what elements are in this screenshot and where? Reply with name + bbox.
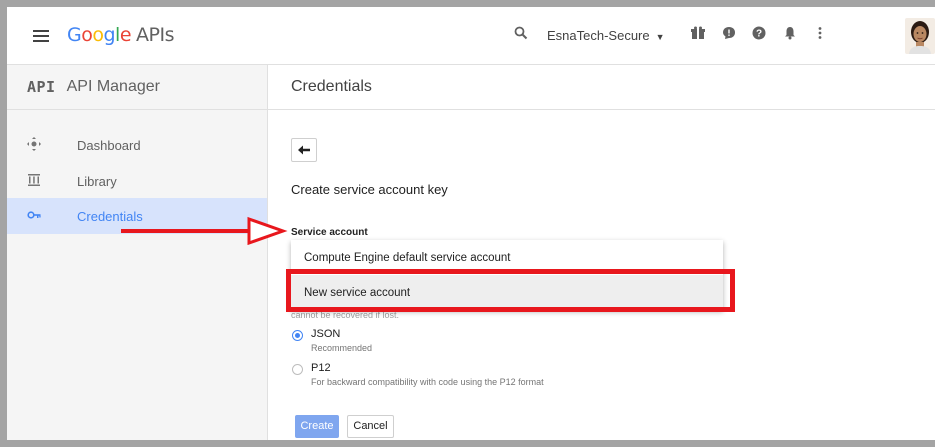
sidebar-title: API Manager: [66, 78, 160, 95]
create-button[interactable]: Create: [295, 415, 339, 438]
app-window: GoogleAPIs EsnaTech-Secure▼ ? API API: [0, 0, 935, 447]
logo-letter: e: [119, 24, 132, 46]
sidebar-item-label: Library: [77, 173, 117, 189]
key-icon: [25, 208, 43, 225]
caret-down-icon: ▼: [655, 32, 665, 42]
sidebar-item-dashboard[interactable]: Dashboard: [7, 127, 267, 163]
back-button[interactable]: [291, 138, 317, 162]
section-title: Create service account key: [291, 182, 448, 197]
logo-letter: G: [67, 24, 82, 46]
page-header: Credentials: [268, 65, 935, 110]
help-icon[interactable]: ?: [750, 26, 768, 44]
more-vert-icon[interactable]: [811, 26, 829, 44]
menu-icon[interactable]: [33, 30, 49, 42]
logo-letter: o: [81, 24, 93, 46]
project-name: EsnaTech-Secure: [547, 28, 650, 43]
google-apis-logo[interactable]: Google APIs: [67, 24, 174, 46]
radio-p12-label: P12: [311, 362, 331, 374]
page-title: Credentials: [291, 78, 372, 95]
logo-letter: g: [103, 24, 116, 46]
sidebar-item-library[interactable]: Library: [7, 163, 267, 199]
bell-icon[interactable]: [781, 26, 799, 44]
library-icon: [25, 173, 43, 190]
avatar[interactable]: [905, 18, 935, 54]
radio-p12-description: For backward compatibility with code usi…: [311, 377, 544, 387]
arrow-back-icon: [298, 145, 310, 155]
annotation-arrow: [121, 216, 288, 245]
logo-suffix: APIs: [136, 24, 174, 46]
sidebar-item-label: Dashboard: [77, 137, 141, 153]
project-selector[interactable]: EsnaTech-Secure ▼: [547, 28, 665, 43]
sidebar-header: API API Manager: [7, 65, 267, 110]
annotation-highlight-box: [286, 269, 735, 312]
radio-p12[interactable]: [292, 364, 303, 375]
radio-json[interactable]: [292, 330, 303, 341]
sidebar: API API Manager Dashboard Library Creden…: [7, 65, 268, 440]
logo-letter: o: [92, 24, 104, 46]
cancel-button[interactable]: Cancel: [347, 415, 394, 438]
service-account-label: Service account: [291, 227, 368, 238]
search-icon[interactable]: [512, 26, 530, 44]
radio-json-description: Recommended: [311, 343, 373, 353]
svg-text:?: ?: [756, 29, 762, 40]
api-badge: API: [27, 78, 56, 96]
chat-icon[interactable]: [720, 26, 738, 44]
dashboard-icon: [25, 136, 43, 154]
radio-json-label: JSON: [311, 328, 341, 340]
gift-icon[interactable]: [689, 26, 707, 44]
top-bar: Google APIs EsnaTech-Secure ▼ ?: [7, 7, 935, 65]
